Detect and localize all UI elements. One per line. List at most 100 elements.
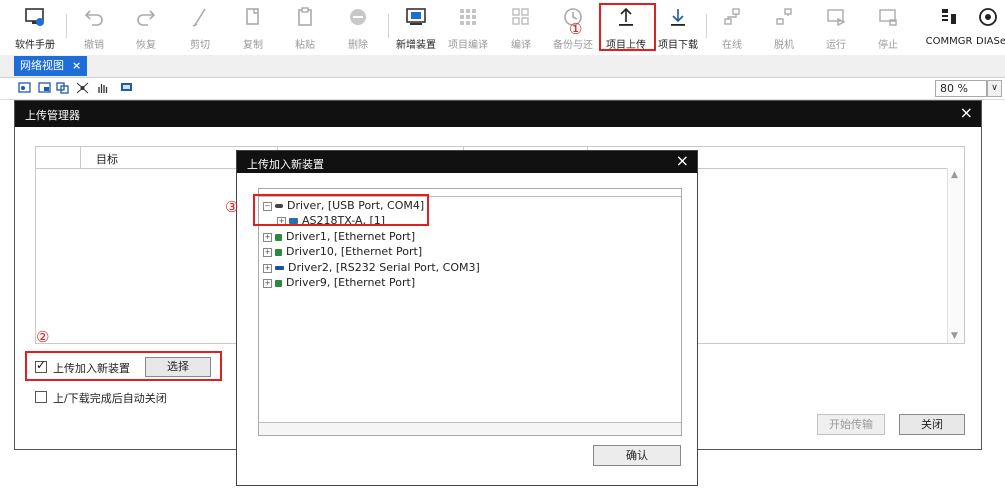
redo-button[interactable]: 恢复 xyxy=(121,6,171,52)
backup-restore-label: 备份与还 xyxy=(553,40,593,51)
undo-label: 撤销 xyxy=(84,40,104,51)
highlight-upload-box xyxy=(599,3,656,51)
cut-button[interactable]: 剪切 xyxy=(175,6,225,52)
undo-button[interactable]: 撤销 xyxy=(69,6,119,52)
grid-header-target: 目标 xyxy=(96,153,118,166)
highlight-add-new-box xyxy=(25,351,222,381)
expand-icon[interactable]: + xyxy=(263,232,272,242)
upload-manager-titlebar: 上传管理器 × xyxy=(15,101,981,127)
project-compile-label: 项目编译 xyxy=(448,40,488,51)
cut-label: 剪切 xyxy=(190,40,210,51)
manual-label: 软件手册 xyxy=(15,40,55,51)
network-icon[interactable] xyxy=(76,82,89,94)
start-transfer-button[interactable]: 开始传输 xyxy=(817,414,885,435)
add-device-label: 新增装置 xyxy=(396,40,436,51)
commgr-button[interactable]: COMMGR xyxy=(924,6,974,52)
redo-label: 恢复 xyxy=(136,40,156,51)
select-view-icon[interactable] xyxy=(18,82,31,94)
hand-pan-icon[interactable] xyxy=(96,82,109,94)
commgr-label: COMMGR xyxy=(925,36,973,47)
close-icon[interactable]: × xyxy=(960,103,973,122)
tree-horizontal-scrollbar[interactable] xyxy=(259,422,681,435)
tab-network-view[interactable]: 网络视图 × xyxy=(14,56,88,76)
tree-node-driver1[interactable]: + Driver1, [Ethernet Port] xyxy=(263,230,415,244)
delete-icon xyxy=(350,9,366,25)
run-button[interactable]: 运行 xyxy=(811,6,861,52)
compile-label: 编译 xyxy=(511,40,531,51)
close-icon[interactable]: × xyxy=(676,151,689,170)
tab-bar: 网络视图 × xyxy=(0,55,1005,78)
copy-button[interactable]: 复制 xyxy=(228,6,278,52)
grid-scrollbar[interactable]: ▲ ▼ xyxy=(947,168,964,343)
scroll-down-icon[interactable]: ▼ xyxy=(951,331,958,341)
delete-button[interactable]: 删除 xyxy=(333,6,383,52)
stop-label: 停止 xyxy=(878,40,898,51)
tree-node-label: Driver9, [Ethernet Port] xyxy=(286,276,416,289)
annotation-one: ① xyxy=(569,20,583,38)
zoom-window-icon[interactable] xyxy=(38,82,51,94)
tab-network-view-label: 网络视图 xyxy=(20,59,64,72)
close-icon[interactable]: × xyxy=(72,59,81,72)
close-button[interactable]: 关闭 xyxy=(899,414,965,435)
manual-button[interactable]: 软件手册 xyxy=(10,6,60,52)
project-download-button[interactable]: 项目下载 xyxy=(653,6,703,52)
tree-node-label: Driver1, [Ethernet Port] xyxy=(286,230,416,243)
cut-icon xyxy=(192,8,206,27)
diasel-icon xyxy=(979,8,997,26)
expand-icon[interactable]: + xyxy=(263,278,272,288)
paste-label: 粘贴 xyxy=(295,40,315,51)
annotation-three: ③ xyxy=(225,198,239,216)
grid-compile-icon xyxy=(460,9,476,25)
add-device-icon xyxy=(406,8,426,25)
compile-button[interactable]: 编译 xyxy=(496,6,546,52)
tree-node-driver10[interactable]: + Driver10, [Ethernet Port] xyxy=(263,245,422,259)
tree-node-driver9[interactable]: + Driver9, [Ethernet Port] xyxy=(263,276,415,290)
highlight-usb-driver-box xyxy=(253,194,429,226)
delete-label: 删除 xyxy=(348,40,368,51)
expand-icon[interactable]: + xyxy=(263,263,272,273)
view-toolbar xyxy=(0,79,1005,100)
copy-icon xyxy=(246,8,259,25)
online-button[interactable]: 在线 xyxy=(707,6,757,52)
tree-node-label: Driver10, [Ethernet Port] xyxy=(286,245,423,258)
stop-button[interactable]: 停止 xyxy=(863,6,913,52)
ethernet-icon xyxy=(275,233,282,241)
chevron-down-icon[interactable]: ∨ xyxy=(987,80,1002,97)
add-device-title: 上传加入新装置 xyxy=(247,158,324,171)
offline-icon xyxy=(776,8,792,25)
confirm-button[interactable]: 确认 xyxy=(593,445,681,466)
zoom-select[interactable]: 80 % xyxy=(935,80,987,97)
auto-close-label: 上/下载完成后自动关闭 xyxy=(53,392,167,405)
grid-column xyxy=(36,147,81,168)
offline-button[interactable]: 脱机 xyxy=(759,6,809,52)
upload-manager-title: 上传管理器 xyxy=(25,109,80,122)
redo-icon xyxy=(137,10,156,26)
copy-label: 复制 xyxy=(243,40,263,51)
expand-icon[interactable]: + xyxy=(263,247,272,257)
undo-icon xyxy=(84,10,103,26)
diasel-label: DIASel xyxy=(976,36,1005,47)
toolbar-separator xyxy=(388,14,389,38)
scroll-up-icon[interactable]: ▲ xyxy=(951,170,958,180)
project-download-label: 项目下载 xyxy=(658,40,698,51)
compile-icon xyxy=(512,8,529,25)
add-device-button[interactable]: 新增装置 xyxy=(391,6,441,52)
run-label: 运行 xyxy=(826,40,846,51)
online-icon xyxy=(724,8,740,25)
commgr-icon xyxy=(942,9,956,24)
project-compile-button[interactable]: 项目编译 xyxy=(443,6,493,52)
offline-label: 脱机 xyxy=(774,40,794,51)
tree-node-driver2[interactable]: + Driver2, [RS232 Serial Port, COM3] xyxy=(263,261,480,275)
online-label: 在线 xyxy=(722,40,742,51)
add-device-titlebar: 上传加入新装置 × xyxy=(237,151,697,173)
diasel-button[interactable]: DIASel xyxy=(968,6,1005,52)
stop-icon xyxy=(879,9,897,26)
run-icon xyxy=(827,9,846,27)
monitor-help-icon xyxy=(25,8,44,26)
paste-button[interactable]: 粘贴 xyxy=(280,6,330,52)
tree-node-label: Driver2, [RS232 Serial Port, COM3] xyxy=(288,261,480,274)
monitor-view-icon[interactable] xyxy=(120,82,133,94)
toolbar-separator xyxy=(66,14,67,38)
layers-icon[interactable] xyxy=(56,82,69,94)
auto-close-checkbox[interactable] xyxy=(35,391,47,403)
